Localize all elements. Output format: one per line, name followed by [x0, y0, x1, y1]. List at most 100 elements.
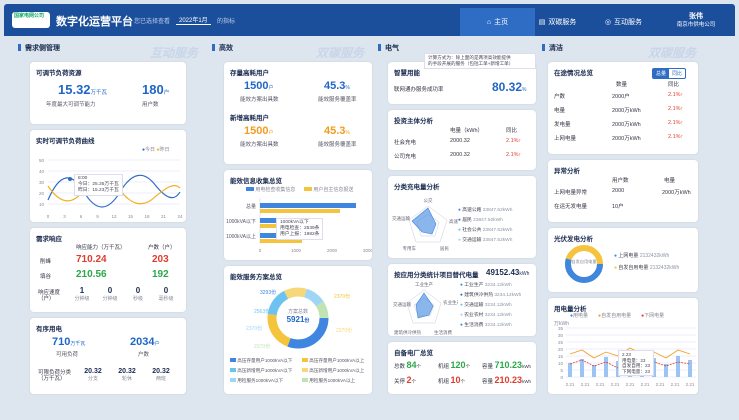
user-info[interactable]: 张伟 南京市供电公司 [666, 12, 726, 30]
tab-carbon-service[interactable]: ▤ 双碳服务 [520, 8, 595, 36]
limit-class-item: 20.32 分支 [84, 368, 102, 382]
x-tick-label: 2.21 [581, 382, 590, 387]
speed-item: 0 秒级 [132, 286, 143, 302]
replacement-radar-chart[interactable]: 工业生产 农业生产 交通运输 建筑供冷供热 生活消费 [388, 276, 458, 336]
charging-legend-item: ● 高速公路 23847.52kWh [458, 208, 513, 213]
charging-legend-item: ● 居民 23847.52kWh [458, 218, 503, 223]
card-pv-analysis: 光伏发电分析 自发自用电量 ● 上网电量 2132432kWh ● 自发自用电量 … [548, 228, 698, 292]
tab-interactive-service[interactable]: ◎ 互动服务 [586, 8, 661, 36]
x-tick-label: 2.21 [596, 382, 605, 387]
plan-legend-item: 高压存量用户1000kVA以上 [302, 358, 364, 364]
replacement-legend-item: ● 建筑供冷供热 3234.12kWh [460, 293, 522, 298]
limit-class-item: 20.32 两班 [152, 368, 170, 382]
pv-legend-item: ● 自发自用电量 2132432kWh [614, 265, 680, 271]
home-icon: ⌂ [486, 18, 492, 26]
bar-tooltip: 1000kVA以下 用电检查：2539条 用户上报：1982条 [276, 218, 324, 240]
load-tooltip: 2.23 用电量：23 自发自用：23 下网电量：23 [618, 350, 655, 376]
tip-report: 用户上报：1982条 [280, 232, 320, 237]
center-value: 5921 [286, 315, 305, 324]
bar-category-above: 1000kVA以上 [226, 233, 256, 240]
x-tick-label: 2.21 [656, 382, 665, 387]
section-clean: 清洁 [542, 43, 563, 57]
x-tick-label: 15 [128, 214, 134, 219]
card-smart-energy: 智慧用能 计算方式为：除上面的是两项高效能提供 的手段开展的服务（包括工单+新增工… [388, 53, 536, 104]
limit-class-label: 可限负荷分类（万千瓦） [38, 370, 72, 382]
y-tick-label: 0 [560, 375, 563, 380]
x-tick-label: 0 [47, 214, 50, 219]
pv-donut-chart[interactable] [562, 242, 606, 286]
abnormal-row: 上网电量异常 2000 2000万kWh [554, 188, 691, 196]
center-label: 方案总数 [287, 309, 308, 315]
tip-downstream: 下网电量：23 [622, 368, 651, 374]
curve-tooltip: 8:00 今日：25.35万千瓦 昨日：15.23万千瓦 [74, 174, 123, 196]
x-tick-label: 18 [144, 214, 150, 219]
donut-center: 方案总数 5921份 [274, 308, 322, 324]
pv-legend-item: ● 上网电量 2132432kWh [614, 253, 670, 259]
tab-carbon-label: 双碳服务 [548, 19, 577, 26]
slice-label-1: 3293份 [260, 289, 276, 296]
top-bar: 国家电网公司 数字化运营平台 您已选择查看 2022年1月 的指标 ⌂ 主页 ▤ 双… [4, 4, 735, 36]
watermark-interactive: 互动服务 [150, 46, 199, 60]
bar-total-inspection [260, 203, 356, 208]
card-self-plant: 自备电厂总览 总数 84个 机组 120个 容量 710.23kWh 关停 2个 机组 … [388, 342, 536, 394]
chart-icon: ▤ [538, 19, 546, 26]
y-tick-label: 35 [558, 326, 564, 331]
card-in-transit: 在途情况总览 总量 同比 数量 同比 户数 2000户 2.1%↑ 电量 2000万kW… [548, 62, 698, 154]
y-tick-label: 10 [39, 202, 45, 207]
period-hint: 您已选择查看 [134, 19, 171, 25]
pv-center-label: 自发自用电量 [571, 259, 597, 264]
peak-shaving-label: 削峰 [40, 259, 52, 265]
card-subtitle: 新增高耗用户 [230, 115, 269, 122]
orderly-households-value: 2034户 [130, 336, 160, 348]
card-title: 需求响应 [36, 236, 62, 243]
card-title: 可调节负荷资源 [36, 70, 82, 77]
people-icon: ◎ [604, 19, 612, 26]
y-tick-label: 30 [558, 333, 564, 338]
x-tick-label: 2.21 [611, 382, 620, 387]
card-title: 在途情况总览 [554, 70, 593, 77]
x-tick-label: 0 [259, 248, 262, 253]
replacement-legend-item: ● 交通运输 3234.12kWh [460, 303, 512, 308]
hover-point [68, 177, 72, 181]
col-energy: 电量 [664, 178, 676, 184]
available-load-value: 710万千瓦 [52, 336, 86, 348]
new-coverage: 45.3% [324, 125, 350, 137]
self-plant-stat: 关停 2个 [394, 375, 417, 385]
tip-yesterday: 昨日：15.23万千瓦 [78, 188, 119, 193]
user-name: 张伟 [689, 13, 703, 20]
speed-item: 1 分钟级 [74, 286, 90, 302]
investor-row: 社会充电 2000.32 2.1%↑ [394, 138, 522, 146]
tab-interactive-label: 互动服务 [614, 19, 643, 26]
self-plant-stat: 总数 84个 [394, 360, 422, 370]
x-tick-label: 2.21 [641, 382, 650, 387]
x-tick-label: 2000 [327, 248, 338, 253]
card-investor-analysis: 投资主体分析 电量（kWh） 同比 社会充电 2000.32 2.1%↑ 公司充电 20… [388, 110, 536, 170]
x-tick-label: 6 [80, 214, 83, 219]
success-rate-label: 联网通办服务成功率 [394, 87, 444, 93]
card-title: 存量高耗用户 [230, 70, 269, 77]
speed-label: 响应速度（户） [38, 290, 61, 302]
y-tick-label: 15 [558, 354, 564, 359]
consumption-bar [604, 357, 608, 377]
formula-tooltip: 计算方式为：除上面的是两项高效能提供 的手段开展的服务（包括工单+新增工单） [424, 53, 536, 69]
svg-text:工业生产: 工业生产 [415, 281, 433, 288]
card-abnormal: 异常分析 用户数 电量 上网电量异常 2000 2000万kWh 在运无发电量 10户 [548, 160, 698, 222]
section-electric: 电气 [378, 43, 399, 57]
x-tick-label: 2.21 [626, 382, 635, 387]
card-title: 智慧用能 [394, 70, 420, 77]
replacement-legend-item: ● 农业农村 3234.12kWh [460, 313, 512, 318]
legend-self-use: ●自发自用电量 [598, 313, 632, 319]
bar-category-total: 总量 [246, 203, 256, 210]
y-tick-label: 20 [39, 191, 45, 196]
toggle-total[interactable]: 总量 [653, 69, 670, 78]
stock-plan-count: 1500户 [244, 80, 274, 92]
x-tick-label: 24 [177, 214, 183, 219]
consumption-bar [688, 360, 692, 377]
period-selector[interactable]: 2022年1月 [176, 15, 211, 25]
section-efficient: 高效 [212, 43, 233, 57]
legend-consumption: ●用电量 [570, 313, 589, 319]
company-logo: 国家电网公司 [12, 12, 50, 28]
charging-radar-chart[interactable]: 公交 高速公路 居民 专用车 交通运输 [388, 188, 458, 258]
slice-label-6: 2370份 [336, 327, 352, 334]
toggle-yoy[interactable]: 同比 [669, 69, 685, 78]
